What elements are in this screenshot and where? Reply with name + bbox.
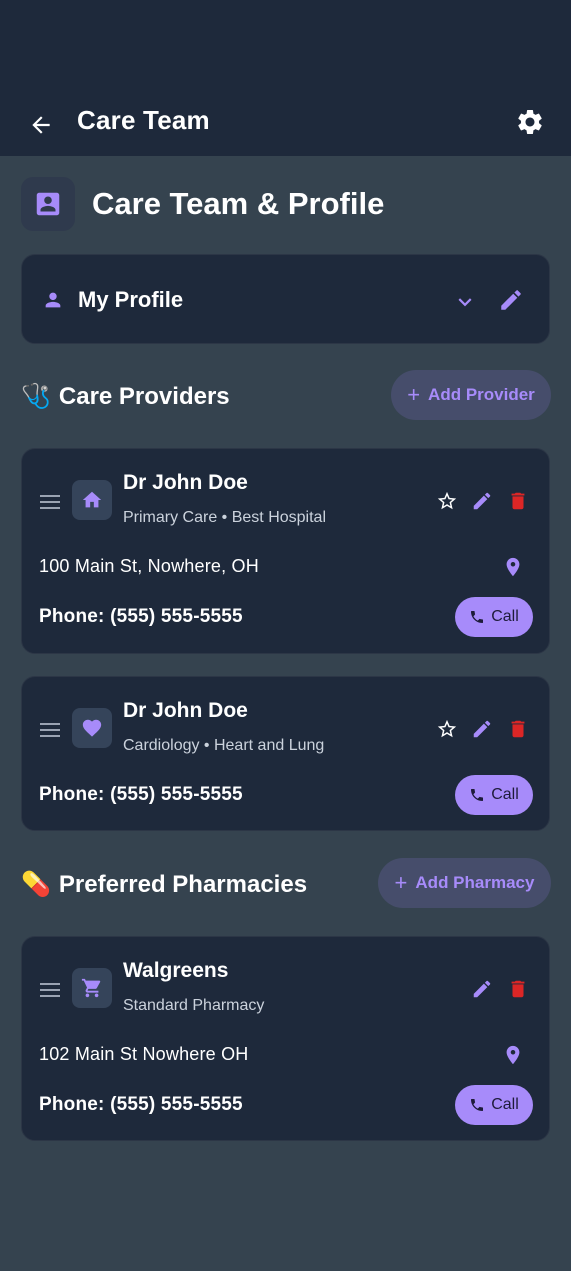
map-location-button[interactable]: [501, 555, 525, 579]
expand-profile-button[interactable]: [452, 289, 478, 320]
call-provider-button[interactable]: Call: [455, 597, 533, 637]
status-bar-area: [0, 0, 571, 96]
pharmacy-phone: Phone: (555) 555-5555: [39, 1094, 243, 1115]
pill-icon: 💊: [21, 871, 51, 898]
provider-card[interactable]: Dr John Doe Primary Care • Best Hospital…: [21, 448, 550, 654]
pharmacy-card[interactable]: Walgreens Standard Pharmacy 102 Main St …: [21, 936, 550, 1141]
pharmacies-title: 💊 Preferred Pharmacies: [21, 870, 308, 899]
provider-card[interactable]: Dr John Doe Cardiology • Heart and Lung …: [21, 676, 550, 831]
chevron-down-icon: [458, 298, 472, 307]
pharmacy-type: Standard Pharmacy: [123, 997, 265, 1014]
provider-phone: Phone: (555) 555-5555: [39, 606, 243, 627]
gear-icon: [518, 109, 542, 134]
stethoscope-icon: 🩺: [21, 383, 51, 410]
delete-provider-button[interactable]: [506, 489, 530, 513]
map-location-button[interactable]: [501, 1043, 525, 1067]
pencil-icon: [473, 720, 491, 738]
provider-address: 100 Main St, Nowhere, OH: [39, 556, 259, 576]
home-icon: [82, 491, 102, 508]
edit-profile-button[interactable]: [498, 287, 524, 318]
provider-specialty: Primary Care • Best Hospital: [123, 509, 326, 526]
provider-specialty: Cardiology • Heart and Lung: [123, 737, 325, 754]
page-title: Care Team & Profile: [92, 186, 385, 221]
edit-provider-button[interactable]: [470, 717, 494, 741]
location-pin-icon: [506, 1045, 520, 1065]
favorite-button[interactable]: [435, 489, 459, 513]
add-provider-button[interactable]: + Add Provider: [391, 370, 551, 420]
cart-icon: [81, 978, 101, 998]
location-pin-icon: [506, 557, 520, 577]
contact-card-icon: [36, 192, 60, 216]
heart-icon: [82, 719, 102, 737]
delete-provider-button[interactable]: [506, 717, 530, 741]
drag-handle-icon[interactable]: [40, 491, 60, 513]
trash-icon: [511, 980, 525, 998]
favorite-button[interactable]: [435, 717, 459, 741]
call-provider-button[interactable]: Call: [455, 775, 533, 815]
pencil-icon: [473, 492, 491, 510]
arrow-back-icon: [32, 116, 50, 134]
star-outline-icon: [437, 491, 457, 510]
provider-name: Dr John Doe: [123, 471, 248, 494]
trash-icon: [511, 720, 525, 738]
provider-type-tile: [72, 708, 112, 748]
pharmacies-header: 💊 Preferred Pharmacies + Add Pharmacy: [21, 858, 551, 910]
app-bar: Care Team: [0, 96, 571, 156]
delete-pharmacy-button[interactable]: [506, 977, 530, 1001]
pencil-icon: [473, 980, 491, 998]
person-icon: [42, 289, 64, 316]
care-providers-header: 🩺 Care Providers + Add Provider: [21, 370, 551, 422]
my-profile-label: My Profile: [78, 287, 184, 312]
phone-icon: [471, 611, 484, 623]
phone-icon: [471, 1099, 484, 1111]
drag-handle-icon[interactable]: [40, 719, 60, 741]
trash-icon: [511, 492, 525, 510]
care-providers-title: 🩺 Care Providers: [21, 382, 230, 411]
provider-type-tile: [72, 480, 112, 520]
pharmacy-address: 102 Main St Nowhere OH: [39, 1044, 249, 1064]
provider-name: Dr John Doe: [123, 699, 248, 722]
back-button[interactable]: [26, 110, 56, 140]
my-profile-card[interactable]: My Profile: [21, 254, 550, 344]
settings-button[interactable]: [514, 106, 546, 138]
star-outline-icon: [437, 719, 457, 738]
page-header: Care Team & Profile: [21, 176, 384, 232]
pharmacy-name: Walgreens: [123, 959, 229, 982]
pencil-icon: [501, 290, 521, 310]
edit-provider-button[interactable]: [470, 489, 494, 513]
provider-phone: Phone: (555) 555-5555: [39, 784, 243, 805]
drag-handle-icon[interactable]: [40, 979, 60, 1001]
app-bar-title: Care Team: [77, 105, 210, 135]
plus-icon: +: [407, 382, 421, 407]
edit-pharmacy-button[interactable]: [470, 977, 494, 1001]
phone-icon: [471, 789, 484, 801]
pharmacy-type-tile: [72, 968, 112, 1008]
call-pharmacy-button[interactable]: Call: [455, 1085, 533, 1125]
header-badge: [21, 177, 75, 231]
add-pharmacy-button[interactable]: + Add Pharmacy: [378, 858, 551, 908]
plus-icon: +: [394, 870, 408, 895]
